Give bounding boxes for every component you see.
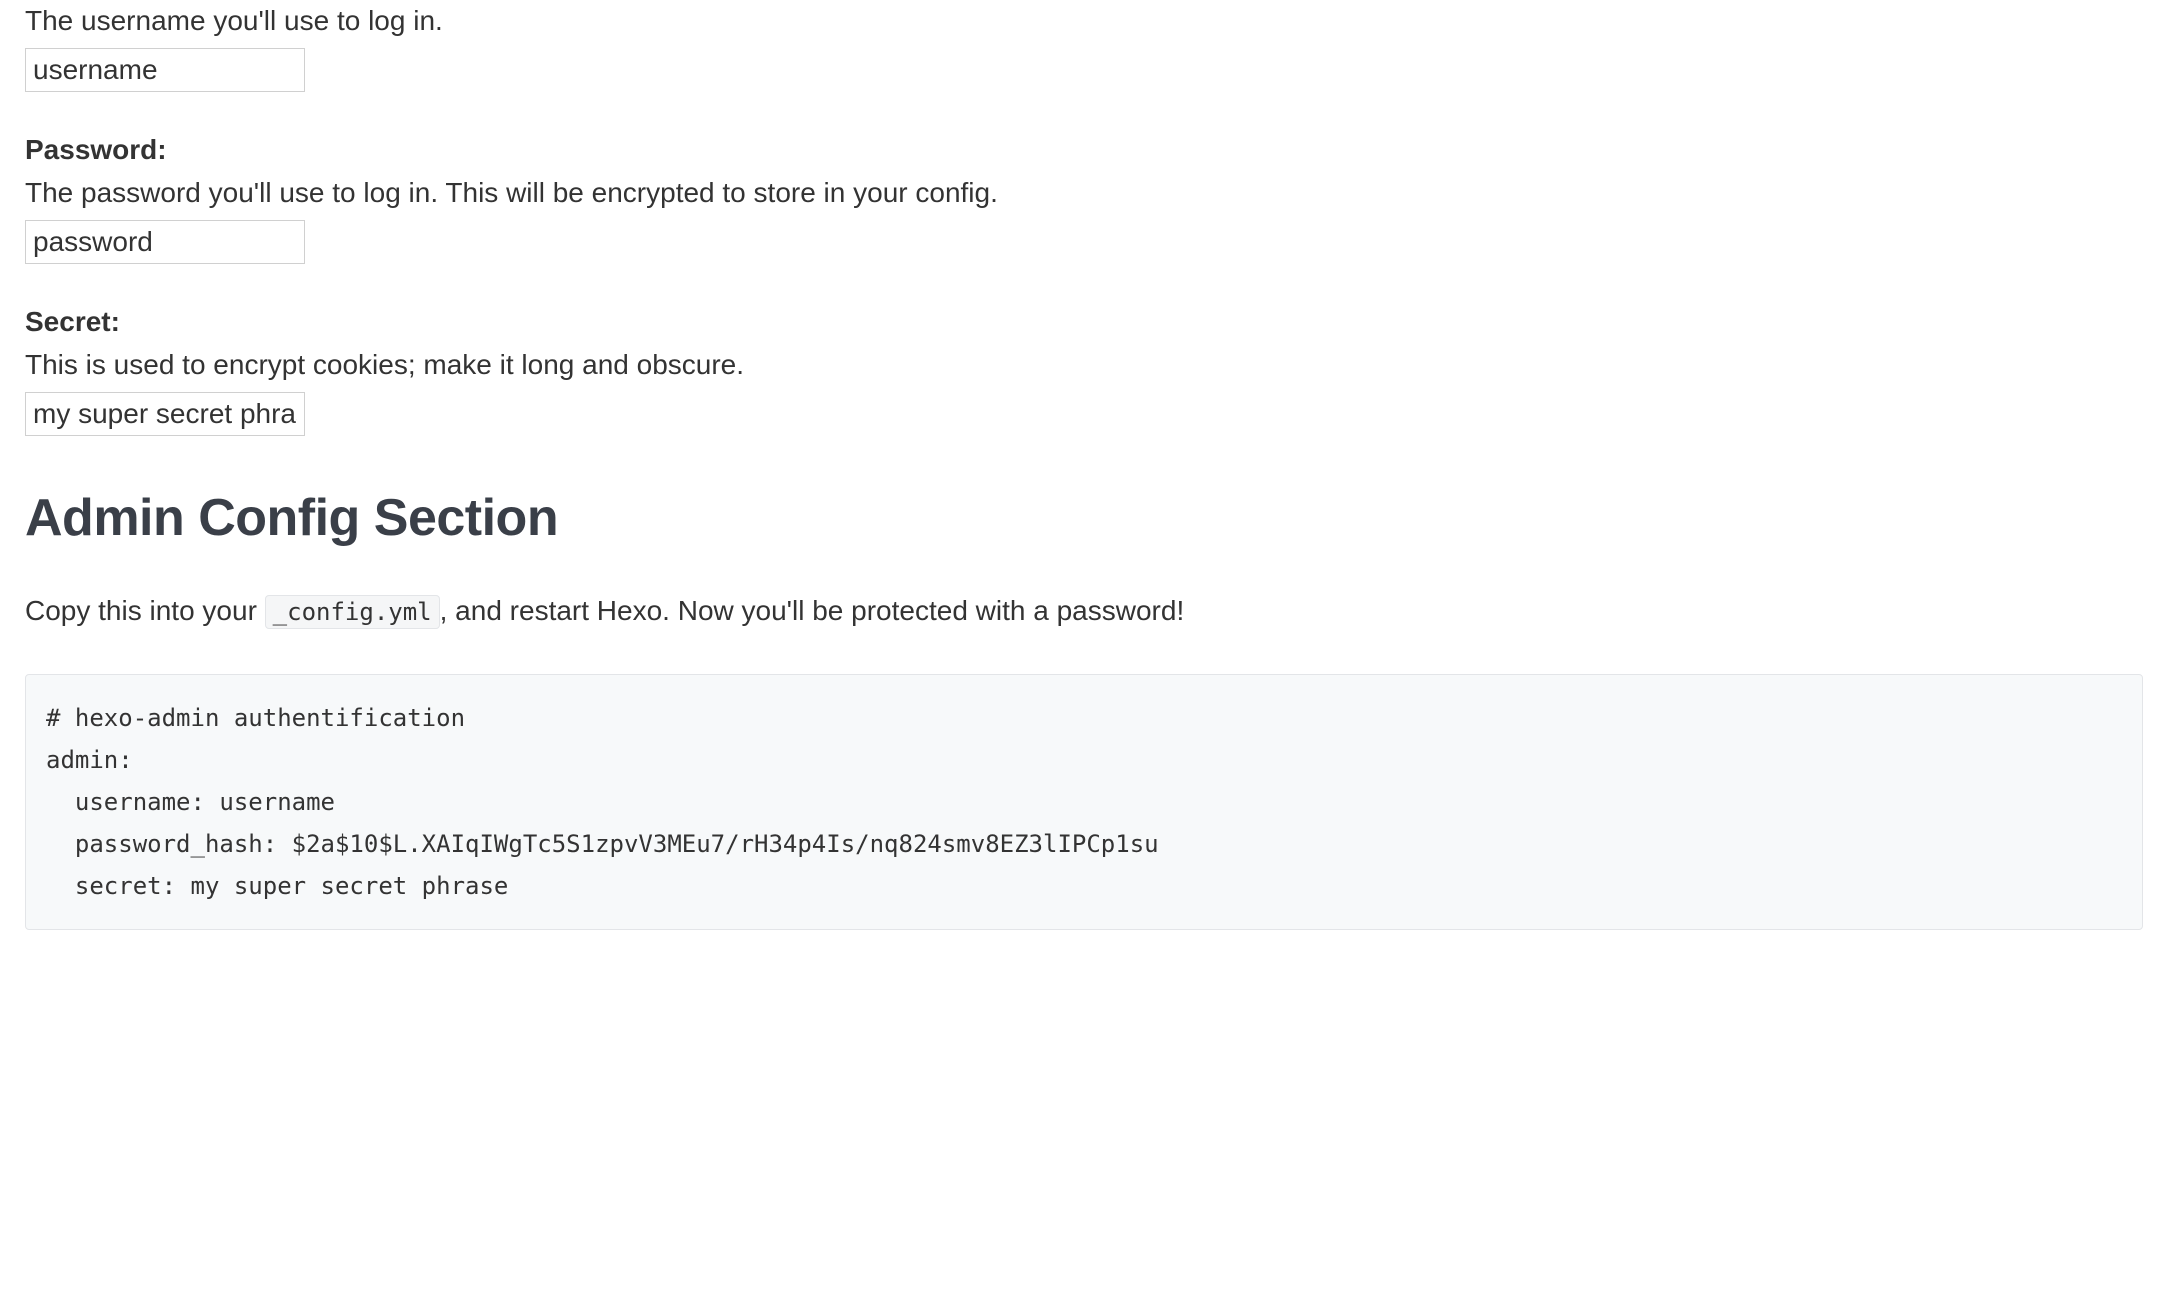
config-codeblock[interactable]: # hexo-admin authentification admin: use… xyxy=(25,674,2143,930)
password-input[interactable] xyxy=(25,220,305,264)
instruction-suffix: , and restart Hexo. Now you'll be protec… xyxy=(440,595,1185,626)
secret-input[interactable] xyxy=(25,392,305,436)
config-section-heading: Admin Config Section xyxy=(25,488,2143,548)
secret-label: Secret: xyxy=(25,306,2143,338)
password-description: The password you'll use to log in. This … xyxy=(25,172,2143,214)
config-filename: _config.yml xyxy=(265,595,440,629)
username-input[interactable] xyxy=(25,48,305,92)
config-instruction: Copy this into your _config.yml, and res… xyxy=(25,590,2143,632)
password-label: Password: xyxy=(25,134,2143,166)
username-description: The username you'll use to log in. xyxy=(25,0,2143,42)
secret-description: This is used to encrypt cookies; make it… xyxy=(25,344,2143,386)
instruction-prefix: Copy this into your xyxy=(25,595,265,626)
